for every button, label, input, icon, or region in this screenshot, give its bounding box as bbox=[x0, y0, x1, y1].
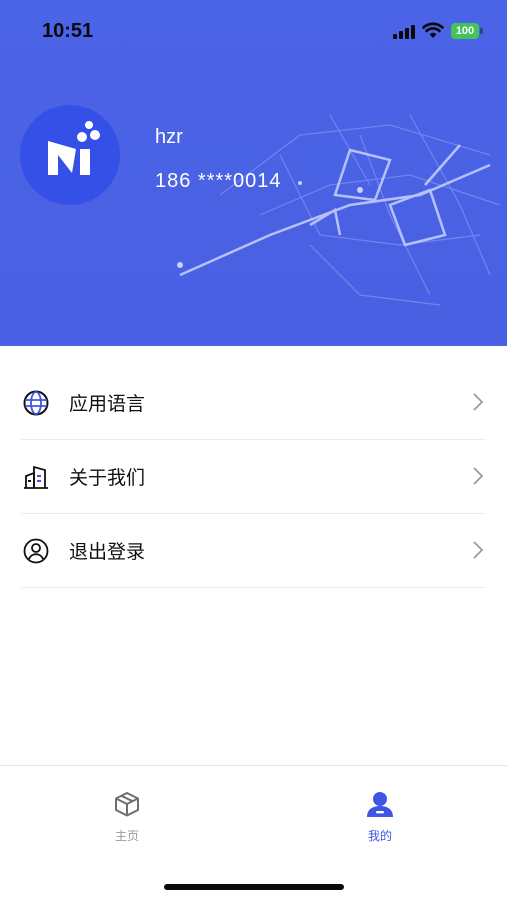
settings-menu: 应用语言 关于我们 退出登录 bbox=[0, 366, 507, 588]
cube-icon bbox=[115, 792, 139, 817]
battery-indicator: 100 bbox=[451, 23, 479, 39]
map-background-illustration bbox=[177, 114, 501, 306]
menu-item-label: 关于我们 bbox=[69, 467, 146, 489]
building-icon bbox=[23, 464, 49, 490]
cellular-signal-icon bbox=[393, 25, 415, 39]
tab-mine[interactable]: 我的 bbox=[340, 790, 420, 844]
avatar[interactable] bbox=[20, 105, 120, 205]
bottom-tab-bar: 主页 我的 bbox=[0, 765, 507, 901]
profile-phone: 186 ****0014 bbox=[155, 170, 282, 192]
home-indicator[interactable] bbox=[164, 884, 344, 890]
tab-home[interactable]: 主页 bbox=[87, 790, 167, 844]
chevron-right-icon bbox=[473, 393, 484, 411]
menu-item-label: 应用语言 bbox=[69, 393, 146, 415]
profile-username: hzr bbox=[155, 126, 183, 148]
tab-label: 主页 bbox=[114, 829, 139, 843]
battery-level: 100 bbox=[455, 25, 475, 37]
status-bar: 10:51 100 bbox=[0, 0, 507, 64]
user-circle-icon bbox=[23, 538, 49, 564]
globe-icon bbox=[23, 390, 49, 416]
menu-item-about-us[interactable]: 关于我们 bbox=[21, 440, 486, 514]
battery-tip bbox=[480, 28, 483, 34]
menu-item-logout[interactable]: 退出登录 bbox=[21, 514, 486, 588]
person-icon bbox=[367, 792, 393, 817]
chevron-right-icon bbox=[473, 467, 484, 485]
app-logo-icon bbox=[48, 121, 100, 175]
status-time: 10:51 bbox=[42, 20, 94, 42]
menu-item-language[interactable]: 应用语言 bbox=[21, 366, 486, 440]
wifi-icon bbox=[422, 22, 444, 38]
menu-item-label: 退出登录 bbox=[69, 541, 146, 563]
tab-label: 我的 bbox=[367, 829, 392, 843]
profile-header: 10:51 100 hzr 186 ****0014 bbox=[0, 0, 507, 346]
chevron-right-icon bbox=[473, 541, 484, 559]
